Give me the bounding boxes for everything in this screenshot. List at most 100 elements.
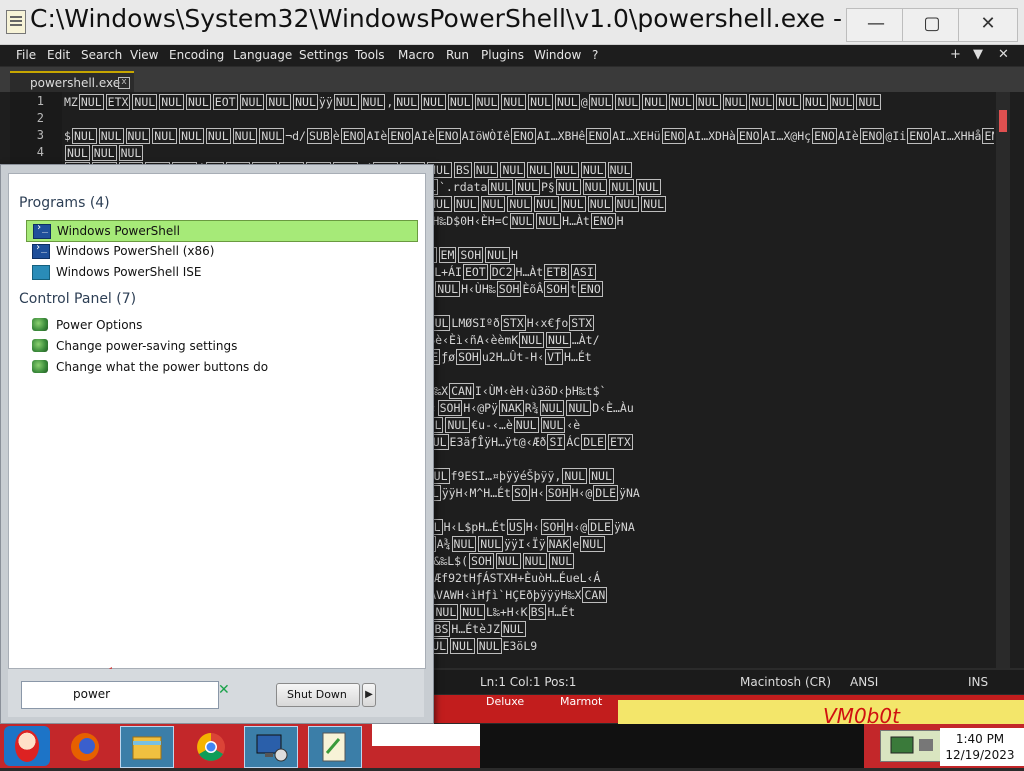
shutdown-options-arrow[interactable]: ▶ (362, 683, 376, 707)
window-title: C:\Windows\System32\WindowsPowerShell\v1… (30, 4, 874, 33)
control-char-token: ENO (590, 213, 616, 229)
menu-plugins[interactable]: Plugins (481, 48, 524, 62)
control-char-token: ENO (982, 128, 994, 144)
control-char-token: NUL (515, 179, 540, 195)
control-char-token: NUL (641, 196, 667, 212)
menu-settings[interactable]: Settings (299, 48, 348, 62)
maximize-button[interactable]: ▢ (902, 8, 962, 42)
control-char-token: SI (547, 434, 566, 450)
result-change-power-buttons[interactable]: Change what the power buttons do (26, 357, 416, 377)
control-char-token: NUL (450, 638, 475, 654)
status-position: Ln:1 Col:1 Pos:1 (480, 675, 577, 689)
control-char-token: NUL (125, 128, 151, 144)
tab-list-dropdown[interactable]: ▼ (973, 47, 983, 62)
menu-macro[interactable]: Macro (398, 48, 434, 62)
menu-run[interactable]: Run (446, 48, 469, 62)
control-char-token: CAN (449, 383, 474, 399)
search-input-value: power (73, 687, 111, 701)
control-char-token: NUL (460, 604, 486, 620)
powershell-icon (33, 222, 51, 239)
taskbar-explorer[interactable] (120, 726, 174, 768)
taskbar-firefox[interactable] (58, 726, 112, 768)
control-char-token: NUL (500, 162, 526, 178)
menu-tools[interactable]: Tools (355, 48, 385, 62)
control-char-token: ENO (586, 128, 612, 144)
control-char-token: ENO (859, 128, 885, 144)
control-char-token: NUL (536, 213, 562, 229)
menu-encoding[interactable]: Encoding (169, 48, 224, 62)
window-titlebar[interactable]: C:\Windows\System32\WindowsPowerShell\v1… (0, 0, 1024, 45)
control-char-token: NUL (802, 94, 828, 110)
control-char-token: NUL (589, 468, 614, 484)
clock-date: 12/19/2023 (945, 748, 1015, 762)
taskbar-network[interactable] (244, 726, 298, 768)
desktop-icon-label: Deluxe (486, 695, 525, 708)
control-char-token: NUL (642, 94, 667, 110)
control-char-token: NUL (98, 128, 124, 144)
control-char-token: NUL (549, 553, 575, 569)
control-char-token: NUL (451, 536, 477, 552)
taskbar-chrome[interactable] (184, 726, 238, 768)
control-char-token: ENO (812, 128, 837, 144)
control-char-token: NUL (856, 94, 882, 110)
minimize-button[interactable]: — (846, 8, 906, 42)
shutdown-button[interactable]: Shut Down (276, 683, 360, 707)
result-power-options[interactable]: Power Options (26, 315, 416, 335)
menu-search[interactable]: Search (81, 48, 122, 62)
new-tab-button[interactable]: + (950, 47, 961, 62)
menu-language[interactable]: Language (233, 48, 292, 62)
menu-edit[interactable]: Edit (47, 48, 70, 62)
line-number: 1 (36, 94, 44, 108)
programs-heading[interactable]: Programs (4) (19, 195, 110, 211)
clear-search-icon[interactable]: ✕ (218, 682, 230, 698)
control-char-token: NUL (500, 621, 526, 637)
start-button[interactable] (4, 726, 50, 766)
result-label: Windows PowerShell ISE (56, 265, 202, 279)
start-menu-bottom: power ✕ Shut Down ▶ (8, 669, 424, 717)
status-mode: INS (968, 675, 989, 689)
control-char-token: NUL (478, 536, 504, 552)
close-doc-button[interactable]: ✕ (998, 47, 1009, 62)
powershell-icon (32, 242, 50, 259)
control-char-token: NUL (71, 128, 97, 144)
status-eol: Macintosh (CR) (740, 675, 832, 689)
control-char-token: NUL (749, 94, 775, 110)
control-char-token: NUL (607, 162, 633, 178)
control-char-token: NUL (776, 94, 801, 110)
search-input[interactable]: power (21, 681, 219, 709)
control-char-token: SOH (437, 400, 463, 416)
close-button[interactable]: ✕ (958, 8, 1018, 42)
control-char-token: ENO (388, 128, 414, 144)
menu-view[interactable]: View (130, 48, 158, 62)
taskbar-notepadpp[interactable] (308, 726, 362, 768)
control-char-token: NUL (501, 94, 527, 110)
control-char-token: NUL (587, 196, 613, 212)
control-char-token: SOH (469, 553, 494, 569)
control-char-token: NUL (433, 604, 459, 620)
control-char-token: NUL (132, 94, 158, 110)
result-windows-powershell-x86[interactable]: Windows PowerShell (x86) (26, 241, 416, 261)
tab-close-icon[interactable]: x (118, 77, 130, 89)
result-change-power-saving[interactable]: Change power-saving settings (26, 336, 416, 356)
control-char-token: NUL (118, 145, 144, 161)
clock-time: 1:40 PM (955, 732, 1005, 746)
control-char-token: NUL (205, 128, 231, 144)
tab-powershell-exe[interactable]: powershell.exe x (10, 71, 134, 93)
control-char-token: NUL (259, 128, 285, 144)
control-char-token: NUL (453, 196, 479, 212)
control-char-token: NAK (546, 536, 572, 552)
firefox-icon (71, 733, 99, 761)
control-panel-heading[interactable]: Control Panel (7) (19, 291, 136, 307)
control-char-token: ENO (907, 128, 932, 144)
scroll-thumb[interactable] (999, 110, 1007, 132)
control-char-token: ETX (607, 434, 633, 450)
control-char-token: NUL (179, 128, 204, 144)
menu-window[interactable]: Window (534, 48, 581, 62)
menu-help[interactable]: ? (592, 48, 598, 62)
desktop-banner: VM0b0t (618, 700, 1024, 728)
result-windows-powershell[interactable]: Windows PowerShell (26, 220, 418, 242)
menu-file[interactable]: File (16, 48, 36, 62)
result-windows-powershell-ise[interactable]: Windows PowerShell ISE (26, 262, 416, 282)
vertical-scrollbar[interactable] (996, 92, 1010, 668)
